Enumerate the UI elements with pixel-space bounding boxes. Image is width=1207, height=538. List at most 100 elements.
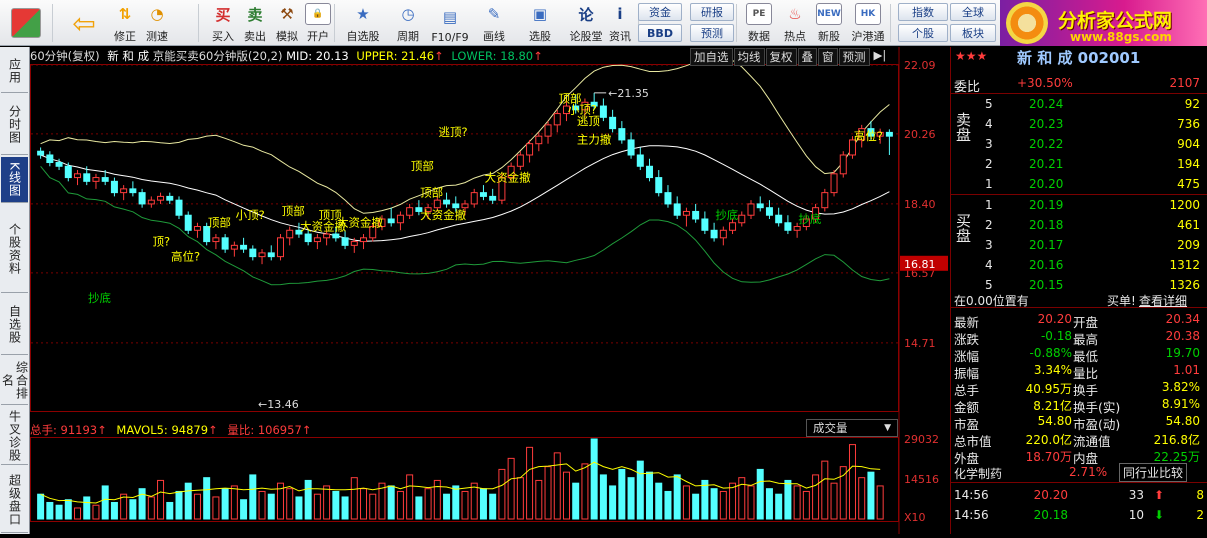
research-button[interactable]: 研报 (690, 3, 734, 21)
volume-bar (562, 471, 570, 520)
volume-bar (627, 477, 635, 520)
global-button[interactable]: 全球 (950, 3, 996, 21)
toolbar-button-12[interactable]: i 资讯 (606, 2, 634, 44)
signal-label: 顶部 (420, 185, 443, 199)
toolbar-button-8[interactable]: ▤ F10/F9 (428, 2, 472, 44)
sector-button[interactable]: 板块 (950, 24, 996, 42)
candle-body (212, 237, 220, 243)
kline-chart-svg[interactable]: 22.0920.2618.4016.5714.712903214516X1016… (30, 47, 949, 534)
newstock-icon: NEW (816, 3, 842, 25)
info-icon: i (617, 5, 623, 23)
position-row[interactable]: 在0.00位置有 买单! 查看详细 (951, 289, 1207, 308)
indicator-name[interactable]: 京能买卖60分钟版(20,2) (153, 49, 283, 63)
chart-button-3[interactable]: 叠 (797, 48, 817, 66)
sidebar-tab-3[interactable]: 个股资料 (1, 205, 28, 293)
app-logo-icon[interactable] (4, 2, 48, 44)
bbd-button[interactable]: BBD (638, 24, 682, 42)
toolbar-button-11[interactable]: 论论股堂 (566, 2, 606, 44)
candle-body (784, 222, 792, 231)
volume-bar (544, 466, 552, 520)
volume-title-bar: 总手: 91193↑ MAVOL5: 94879↑ 量比: 106957↑ (30, 422, 311, 438)
signal-label: 顶部 (208, 216, 231, 230)
kline-chart-area[interactable]: 22.09 20.26 18.40 16.57 14.71 29032 14516 X10 16… (30, 47, 949, 534)
chart-button-4[interactable]: 窗 (818, 48, 838, 66)
signal-label: 顶部 (282, 204, 305, 218)
candle-body (443, 199, 451, 205)
sidebar-tab-0[interactable]: 应用 (1, 49, 28, 93)
toolbar-button-6[interactable]: ★ 自选股 (340, 2, 386, 44)
volume-bar (655, 482, 663, 520)
volume-bar (129, 499, 137, 520)
toolbar-button-13[interactable]: PE 数据 (742, 2, 776, 44)
sidebar-tab-5[interactable]: 综合排名 (1, 357, 29, 405)
candle-body (765, 207, 773, 216)
candle-body (221, 237, 229, 250)
toolbar-button-15[interactable]: NEW 新股 (812, 2, 846, 44)
industry-compare-button[interactable]: 同行业比较 (1119, 463, 1188, 482)
period-label[interactable]: 60分钟(复权) (30, 49, 100, 63)
industry-name[interactable]: 化学制药 (954, 465, 1002, 482)
candle-body (286, 229, 294, 239)
chart-button-2[interactable]: 复权 (765, 48, 797, 66)
candle-body (655, 177, 663, 194)
volume-bar (747, 485, 755, 520)
signal-label: 抄底 (715, 208, 738, 222)
funds-button[interactable]: 资金 (638, 3, 682, 21)
chart-select-icon: ▣ (532, 5, 548, 23)
toolbar-button-1[interactable]: ◔ 测速 (140, 2, 174, 44)
toolbar-button-7[interactable]: ◷ 周期 (388, 2, 428, 44)
toolbar-button-16[interactable]: HK 沪港通 (846, 2, 890, 44)
volume-bar (92, 504, 100, 520)
tick-time: 14:56 (954, 488, 989, 502)
back-icon[interactable]: ⇦ (64, 2, 104, 44)
chart-button-0[interactable]: 加自选 (690, 48, 733, 66)
volume-bar (812, 474, 820, 520)
forecast-button[interactable]: 预测 (690, 24, 734, 42)
index-button[interactable]: 指数 (898, 3, 948, 21)
toolbar-button-10[interactable]: ▣ 选股 (520, 2, 560, 44)
candle-body (646, 165, 654, 179)
stat-value: 3.82% (1161, 380, 1200, 394)
stock-button[interactable]: 个股 (898, 24, 948, 42)
sidebar-tab-6[interactable]: 牛叉诊股 (1, 407, 28, 465)
candle-body (793, 226, 801, 231)
toolbar-button-label: 选股 (529, 30, 551, 43)
toolbar-button-0[interactable]: ⇅ 修正 (108, 2, 142, 44)
toolbar-button-label: 热点 (784, 30, 806, 43)
stat-row: 总市值 220.0亿 流通值 216.8亿 (951, 428, 1207, 449)
candle-body (37, 150, 45, 156)
volume-bar (646, 471, 654, 520)
candle-body (360, 237, 368, 243)
volume-bar (341, 496, 349, 520)
toolbar-button-4[interactable]: ⚒ 模拟 (270, 2, 304, 44)
stat-value: -0.88% (1029, 346, 1072, 360)
chart-button-5[interactable]: 预测 (838, 48, 870, 66)
volume-bar (664, 490, 672, 520)
sidebar-tab-7[interactable]: 超级盘口 (1, 467, 28, 533)
tick-count: 8 (1196, 488, 1204, 502)
expand-icon[interactable]: ▶| (874, 48, 887, 66)
toolbar-button-5[interactable]: 🔒 开户 (304, 2, 332, 44)
candle-body (756, 203, 764, 209)
volume-dropdown[interactable]: 成交量 ▼ (806, 419, 898, 437)
toolbar-button-9[interactable]: ✎ 画线 (474, 2, 514, 44)
toolbar-button-14[interactable]: ♨ 热点 (778, 2, 812, 44)
volume-bar (350, 477, 358, 520)
volume-bar (240, 499, 248, 520)
toolbar-button-2[interactable]: 买买入 (206, 2, 240, 44)
stat-value: 8.91% (1161, 397, 1200, 411)
sidebar-tab-1[interactable]: 分时图 (1, 95, 28, 155)
sidebar-tab-2[interactable]: K线图 (1, 157, 28, 203)
chart-button-1[interactable]: 均线 (733, 48, 765, 66)
candle-body (396, 214, 404, 224)
arrow-up-down-icon: ⇅ (118, 5, 132, 23)
toolbar-button-3[interactable]: 卖卖出 (238, 2, 272, 44)
volume-bar (443, 493, 451, 520)
volume-bar (461, 490, 469, 520)
volume-tick-label: X10 (904, 511, 926, 524)
volume-bar (46, 501, 54, 520)
volume-bar (682, 485, 690, 520)
volume-bar (673, 474, 681, 520)
toolbar-button-label: 修正 (114, 30, 136, 43)
sidebar-tab-4[interactable]: 自选股 (1, 295, 28, 355)
